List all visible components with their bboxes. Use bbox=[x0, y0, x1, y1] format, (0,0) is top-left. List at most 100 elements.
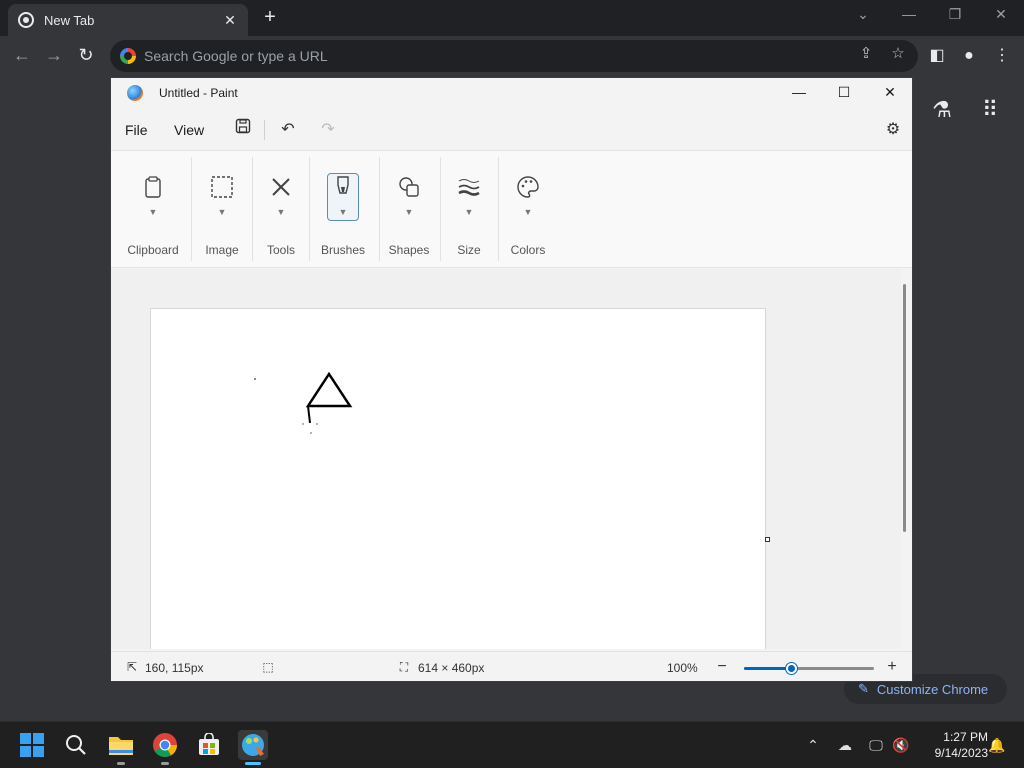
pencil-icon: ✎ bbox=[858, 681, 869, 696]
ribbon-group-colors[interactable]: ▼ Colors bbox=[501, 151, 555, 269]
chrome-restore-button[interactable]: ❐ bbox=[932, 4, 978, 28]
chevron-down-icon[interactable]: ▼ bbox=[339, 207, 348, 217]
share-icon[interactable]: ⇪ bbox=[856, 44, 876, 64]
windows-start-icon bbox=[20, 733, 44, 757]
microsoft-store-icon bbox=[199, 733, 219, 755]
paint-window-title: Untitled - Paint bbox=[159, 86, 238, 100]
canvas-resize-handle[interactable] bbox=[765, 537, 770, 542]
taskbar-active-indicator bbox=[245, 762, 261, 765]
ribbon-label-size: Size bbox=[457, 243, 481, 257]
zoom-slider[interactable] bbox=[744, 663, 874, 674]
brush-icon[interactable] bbox=[329, 175, 357, 203]
zoom-slider-thumb[interactable] bbox=[786, 663, 797, 674]
ribbon-label-colors: Colors bbox=[510, 243, 546, 257]
paint-close-button[interactable]: ✕ bbox=[867, 78, 912, 108]
undo-icon[interactable]: ↶ bbox=[276, 118, 300, 142]
canvas-size: 614 × 460px bbox=[418, 661, 485, 675]
ribbon-separator bbox=[498, 157, 499, 261]
taskbar-clock[interactable]: 1:27 PM 9/14/2023 bbox=[914, 729, 988, 761]
paint-icon bbox=[242, 734, 264, 756]
tab-search-chevron-icon[interactable]: ⌄ bbox=[840, 4, 886, 28]
bookmark-star-icon[interactable]: ☆ bbox=[888, 44, 908, 64]
ribbon: ▼ Clipboard ▼ Image ▼ Tools ▼ Brushes ▼ … bbox=[111, 150, 912, 268]
chevron-down-icon[interactable]: ▼ bbox=[149, 207, 158, 217]
size-icon[interactable] bbox=[455, 175, 483, 203]
show-hidden-icons-chevron-icon[interactable]: ⌃ bbox=[803, 735, 823, 755]
canvas-size-icon: ⛶ bbox=[399, 660, 409, 674]
cursor-position: 160, 115px bbox=[145, 661, 204, 675]
chrome-minimize-button[interactable]: — bbox=[886, 4, 932, 28]
forward-icon[interactable]: → bbox=[42, 44, 66, 68]
labs-flask-icon[interactable]: ⚗ bbox=[928, 96, 956, 124]
chrome-taskbar-button[interactable] bbox=[150, 730, 180, 760]
paint-minimize-button[interactable]: — bbox=[776, 78, 822, 108]
profile-icon[interactable]: ● bbox=[957, 44, 981, 68]
ribbon-group-image[interactable]: ▼ Image bbox=[195, 151, 249, 269]
notification-bell-icon[interactable]: 🔔 bbox=[987, 735, 1007, 755]
back-icon[interactable]: ← bbox=[10, 44, 34, 68]
canvas-area bbox=[111, 269, 901, 649]
ribbon-label-brushes: Brushes bbox=[320, 243, 366, 257]
zoom-out-icon[interactable]: − bbox=[715, 659, 729, 675]
chevron-down-icon[interactable]: ▼ bbox=[405, 207, 414, 217]
paint-app-icon bbox=[127, 85, 143, 101]
save-icon[interactable] bbox=[231, 118, 255, 142]
chrome-favicon-icon bbox=[18, 12, 34, 28]
redo-icon[interactable]: ↷ bbox=[316, 118, 340, 142]
zoom-in-icon[interactable]: + bbox=[885, 659, 899, 675]
ribbon-group-shapes[interactable]: ▼ Shapes bbox=[383, 151, 435, 269]
ribbon-separator bbox=[309, 157, 310, 261]
chevron-down-icon[interactable]: ▼ bbox=[524, 207, 533, 217]
paint-titlebar[interactable]: Untitled - Paint — ☐ ✕ bbox=[111, 78, 912, 108]
ribbon-group-clipboard[interactable]: ▼ Clipboard bbox=[121, 151, 185, 269]
selection-size-icon: ⬚ bbox=[262, 660, 274, 674]
ribbon-group-size[interactable]: ▼ Size bbox=[444, 151, 494, 269]
ribbon-group-brushes[interactable]: ▼ Brushes bbox=[313, 151, 373, 269]
ribbon-separator bbox=[191, 157, 192, 261]
volume-muted-icon[interactable]: 🔇 bbox=[891, 735, 911, 755]
menu-file[interactable]: File bbox=[125, 122, 148, 138]
ribbon-label-shapes: Shapes bbox=[388, 243, 430, 257]
start-button[interactable] bbox=[17, 730, 47, 760]
settings-icon[interactable]: ⚙ bbox=[881, 118, 905, 142]
canvas-drawing bbox=[254, 371, 353, 434]
tab-new-tab[interactable]: New Tab ✕ bbox=[8, 4, 248, 36]
new-tab-button[interactable]: + bbox=[258, 6, 282, 30]
taskbar-running-indicator bbox=[117, 762, 125, 765]
ribbon-separator bbox=[440, 157, 441, 261]
network-icon[interactable]: 🖵 bbox=[866, 735, 886, 755]
google-icon bbox=[120, 48, 136, 64]
chevron-down-icon[interactable]: ▼ bbox=[277, 207, 286, 217]
shapes-icon[interactable] bbox=[395, 175, 423, 203]
ribbon-label-image: Image bbox=[205, 243, 239, 257]
tab-close-icon[interactable]: ✕ bbox=[222, 12, 238, 29]
tools-icon[interactable] bbox=[267, 175, 295, 203]
onedrive-cloud-icon[interactable]: ☁ bbox=[835, 735, 855, 755]
side-panel-icon[interactable]: ◧ bbox=[925, 44, 949, 68]
chrome-icon bbox=[153, 733, 177, 758]
paint-taskbar-button[interactable] bbox=[238, 730, 268, 760]
chevron-down-icon[interactable]: ▼ bbox=[218, 207, 227, 217]
cursor-pointer-icon: ⇱ bbox=[126, 660, 138, 674]
chrome-menu-icon[interactable]: ⋮ bbox=[990, 44, 1014, 68]
palette-icon[interactable] bbox=[514, 175, 542, 203]
file-explorer-button[interactable] bbox=[106, 730, 136, 760]
select-icon[interactable] bbox=[208, 175, 236, 203]
chrome-close-button[interactable]: ✕ bbox=[978, 4, 1024, 28]
drawing-canvas[interactable] bbox=[150, 308, 766, 649]
search-button[interactable] bbox=[61, 730, 91, 760]
ribbon-group-tools[interactable]: ▼ Tools bbox=[255, 151, 307, 269]
paint-maximize-button[interactable]: ☐ bbox=[821, 78, 867, 108]
chevron-down-icon[interactable]: ▼ bbox=[465, 207, 474, 217]
zoom-level[interactable]: 100% bbox=[667, 661, 698, 675]
menu-view[interactable]: View bbox=[174, 122, 204, 138]
omnibox[interactable]: Search Google or type a URL bbox=[110, 40, 918, 72]
clipboard-icon[interactable] bbox=[139, 175, 167, 203]
reload-icon[interactable]: ↻ bbox=[74, 44, 98, 68]
omnibox-placeholder[interactable]: Search Google or type a URL bbox=[144, 48, 918, 64]
ribbon-label-tools: Tools bbox=[266, 243, 295, 257]
apps-grid-icon[interactable]: ⠿ bbox=[976, 96, 1004, 124]
store-taskbar-button[interactable] bbox=[194, 730, 224, 760]
vertical-scrollbar[interactable] bbox=[903, 284, 906, 532]
taskbar-running-indicator bbox=[161, 762, 169, 765]
